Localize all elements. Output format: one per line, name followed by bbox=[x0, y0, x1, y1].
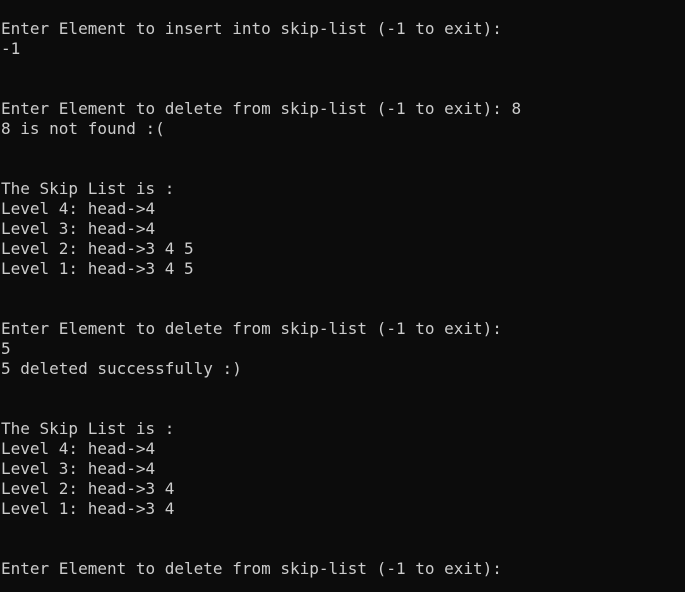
console-window[interactable]: Enter Element to insert into skip-list (… bbox=[0, 0, 685, 592]
console-line: -1 bbox=[1, 39, 21, 58]
console-line: 8 is not found :( bbox=[1, 119, 165, 138]
console-line: Level 1: head->3 4 5 bbox=[1, 259, 194, 278]
console-line: Level 1: head->3 4 bbox=[1, 499, 175, 518]
console-line: Level 2: head->3 4 5 bbox=[1, 239, 194, 258]
console-line: The Skip List is : bbox=[1, 419, 175, 438]
console-line: Enter Element to insert into skip-list (… bbox=[1, 19, 502, 38]
console-line: The Skip List is : bbox=[1, 179, 175, 198]
console-line: Level 4: head->4 bbox=[1, 199, 156, 218]
console-line: Level 2: head->3 4 bbox=[1, 479, 175, 498]
console-line: 5 deleted successfully :) bbox=[1, 359, 242, 378]
console-prompt-line[interactable]: Enter Element to delete from skip-list (… bbox=[0, 559, 685, 579]
console-line: 5 bbox=[1, 339, 11, 358]
console-line: Enter Element to delete from skip-list (… bbox=[1, 319, 502, 338]
console-line: Enter Element to delete from skip-list (… bbox=[1, 99, 522, 118]
console-line: Level 3: head->4 bbox=[1, 219, 156, 238]
console-line: Level 4: head->4 bbox=[1, 439, 156, 458]
console-line: Level 3: head->4 bbox=[1, 459, 156, 478]
